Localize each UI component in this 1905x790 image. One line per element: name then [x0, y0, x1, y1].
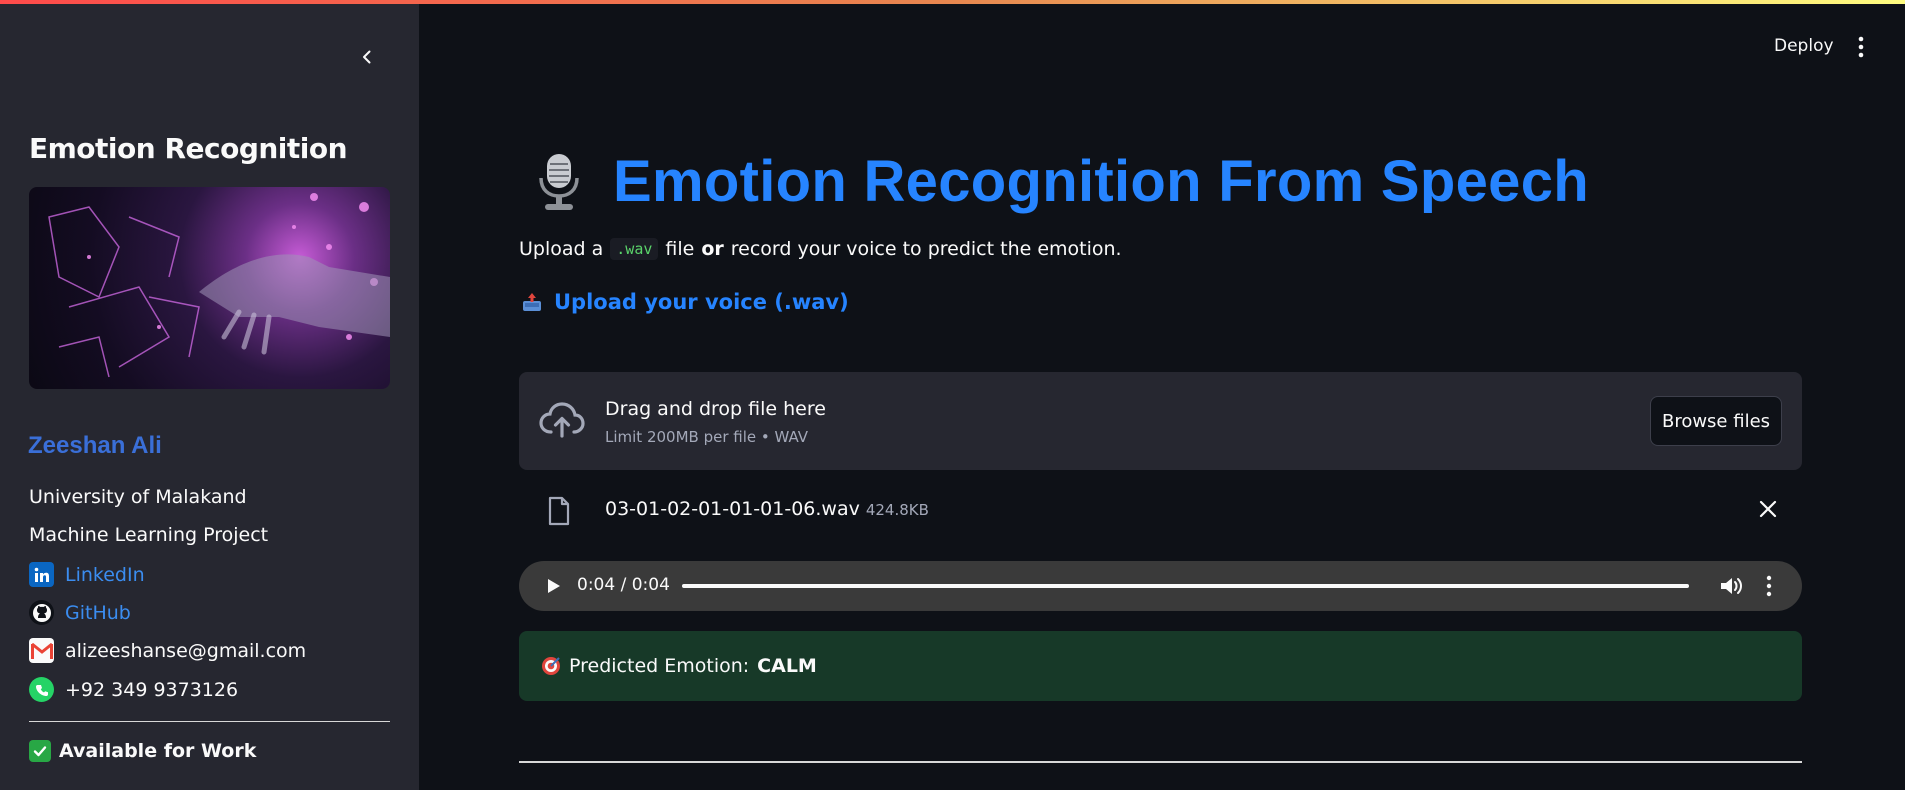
instructions-part: file [665, 238, 695, 260]
audio-time: 0:04 / 0:04 [577, 575, 670, 595]
outbox-tray-icon [523, 293, 541, 311]
file-size: 424.8KB [865, 501, 929, 519]
sidebar-hero-image [29, 187, 390, 389]
file-name-text: 03-01-02-01-01-01-06.wav [605, 498, 860, 520]
instructions-part: record your voice to predict the emotion… [730, 238, 1122, 260]
dropzone-limit: Limit 200MB per file • WAV [605, 428, 809, 446]
audio-player: 0:04 / 0:04 [519, 561, 1802, 611]
prediction-text: Predicted Emotion: CALM [541, 655, 817, 677]
check-icon [29, 740, 51, 762]
remove-file-icon[interactable] [1757, 498, 1779, 520]
dropzone-title: Drag and drop file here [605, 398, 826, 420]
collapse-sidebar-button[interactable] [354, 44, 380, 70]
author-name: Zeeshan Ali [28, 432, 162, 459]
audio-menu-icon[interactable] [1764, 574, 1774, 598]
deploy-button[interactable]: Deploy [1774, 36, 1834, 56]
sidebar-divider [29, 721, 390, 722]
github-label[interactable]: GitHub [65, 602, 131, 624]
availability-text: Available for Work [59, 740, 257, 762]
linkedin-link[interactable]: LinkedIn [29, 562, 145, 587]
file-icon [548, 496, 570, 526]
sidebar-title: Emotion Recognition [29, 132, 348, 165]
instructions-bold: or [701, 238, 724, 260]
uploaded-file-row: 03-01-02-01-01-01-06.wav 424.8KB [519, 488, 1802, 532]
main-divider [519, 761, 1802, 763]
cloud-upload-icon [539, 402, 585, 438]
github-icon [29, 600, 54, 625]
browse-files-button[interactable]: Browse files [1650, 396, 1782, 446]
upload-header-text: Upload your voice (.wav) [554, 290, 849, 314]
linkedin-icon [29, 562, 54, 587]
availability-badge: Available for Work [29, 740, 256, 762]
page-title: Emotion Recognition From Speech [613, 149, 1590, 214]
university-text: University of Malakand [29, 486, 247, 508]
target-icon [542, 657, 560, 675]
whatsapp-icon [29, 677, 54, 702]
wav-code: .wav [610, 238, 659, 260]
gmail-icon [29, 638, 54, 663]
phone-row: +92 349 9373126 [29, 677, 238, 702]
github-link[interactable]: GitHub [29, 600, 131, 625]
page-title-row: Emotion Recognition From Speech [535, 148, 1589, 215]
file-name: 03-01-02-01-01-01-06.wav 424.8KB [605, 498, 929, 520]
sidebar: Emotion Recognition Zeeshan Ali Universi… [0, 4, 419, 790]
file-dropzone[interactable]: Drag and drop file here Limit 200MB per … [519, 372, 1802, 470]
instructions-part: Upload a [519, 238, 604, 260]
chevron-left-icon [363, 50, 371, 64]
project-text: Machine Learning Project [29, 524, 269, 546]
instructions-text: Upload a .wav file or record your voice … [519, 238, 1122, 260]
phone-text: +92 349 9373126 [65, 678, 239, 701]
audio-progress-bar[interactable] [682, 584, 1689, 588]
prediction-label: Predicted Emotion: [569, 655, 750, 677]
main-menu-icon[interactable] [1854, 34, 1868, 60]
linkedin-label[interactable]: LinkedIn [65, 564, 145, 586]
prediction-result: Predicted Emotion: CALM [519, 631, 1802, 701]
email-text: alizeeshanse@gmail.com [65, 639, 307, 662]
prediction-value: CALM [757, 655, 817, 677]
email-row: alizeeshanse@gmail.com [29, 638, 306, 663]
volume-icon[interactable] [1718, 574, 1744, 598]
play-icon[interactable] [543, 576, 563, 596]
microphone-icon [539, 153, 579, 210]
upload-section-header: Upload your voice (.wav) [522, 290, 849, 314]
